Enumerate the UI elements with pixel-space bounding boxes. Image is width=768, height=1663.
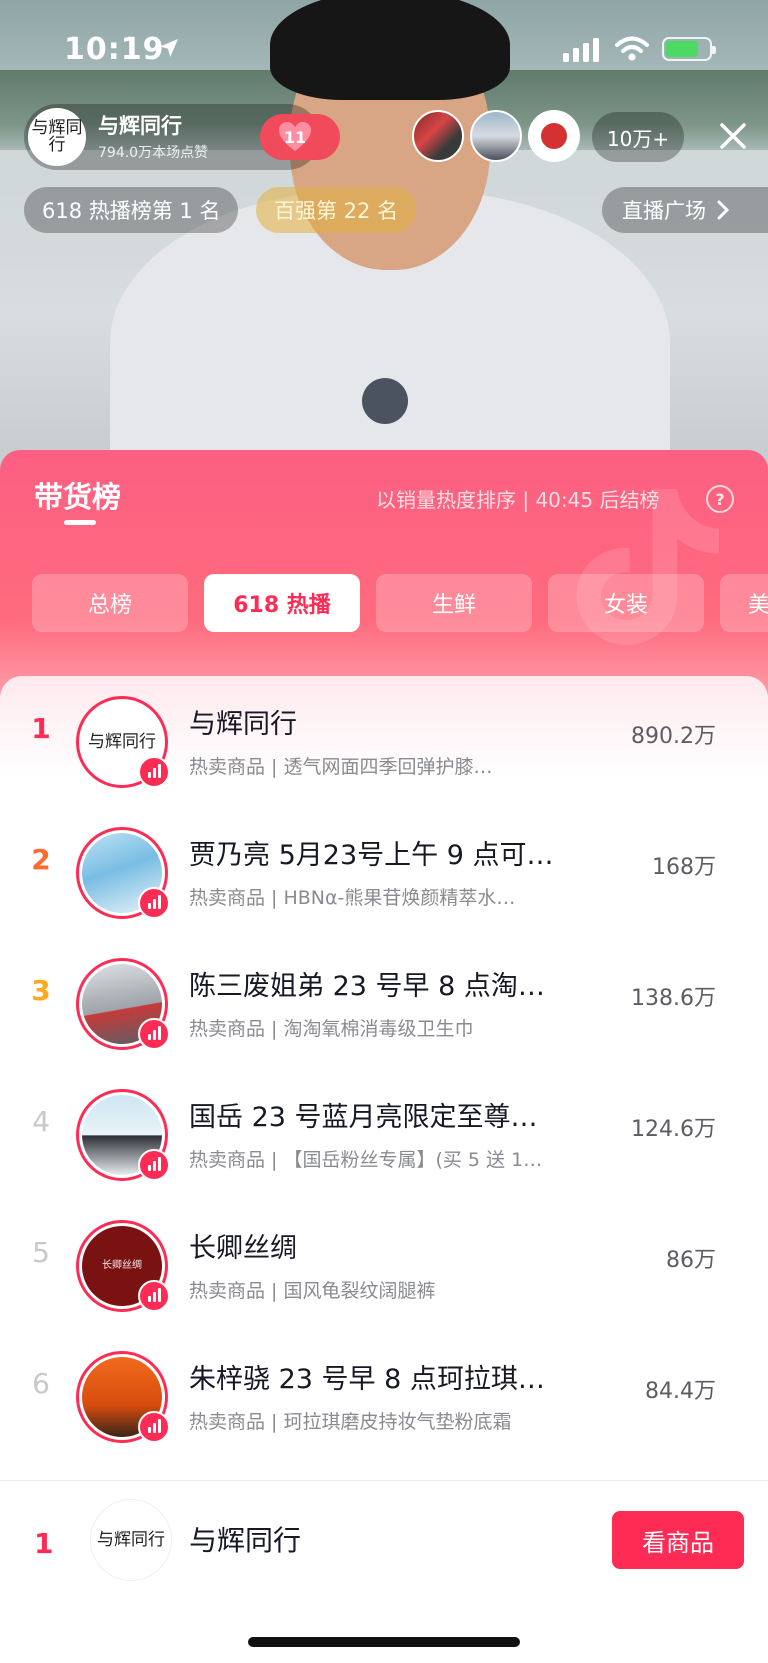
lapel-mic: [362, 378, 408, 424]
streamer-name: 贾乃亮 5月23号上午 9 点可…: [189, 840, 554, 871]
location-arrow-icon: [160, 39, 178, 57]
list-item[interactable]: 3 陈三废姐弟 23 号早 8 点淘… 热卖商品 | 淘淘氧棉消毒级卫生巾 13…: [0, 938, 768, 1069]
hot-product: 热卖商品 | HBNα-熊果苷焕颜精萃水…: [189, 887, 516, 909]
sales-heat: 138.6万: [631, 986, 716, 1011]
sales-heat: 84.4万: [645, 1379, 716, 1404]
live-square-label: 直播广场: [622, 199, 706, 223]
tab-overall[interactable]: 总榜: [32, 574, 188, 632]
viewer-avatar[interactable]: [528, 110, 580, 162]
sales-heat: 890.2万: [631, 724, 716, 749]
current-streamer-name: 与辉同行: [189, 1524, 302, 1557]
hot-product: 热卖商品 | 透气网面四季回弹护膝…: [189, 756, 493, 778]
fan-club-badge[interactable]: 11: [260, 114, 340, 160]
view-products-button[interactable]: 看商品: [612, 1511, 744, 1569]
viewer-avatar[interactable]: [470, 110, 522, 162]
hot-rank-pill[interactable]: 618 热播榜第 1 名: [24, 187, 239, 233]
rank-number: 3: [31, 974, 51, 1007]
sales-heat: 124.6万: [631, 1117, 716, 1142]
rank-number: 1: [31, 712, 51, 745]
host-avatar[interactable]: 与辉同行: [28, 108, 86, 166]
streamer-name: 国岳 23 号蓝月亮限定至尊…: [189, 1102, 538, 1133]
live-indicator-icon: [138, 887, 170, 919]
status-bar: 10:19: [0, 28, 768, 74]
live-indicator-icon: [138, 1018, 170, 1050]
panel-title: 带货榜: [34, 480, 122, 514]
rank-number: 6: [32, 1367, 50, 1400]
list-item[interactable]: 4 国岳 23 号蓝月亮限定至尊… 热卖商品 | 【国岳粉丝专属】(买 5 送 …: [0, 1069, 768, 1200]
live-indicator-icon: [138, 756, 170, 788]
list-item[interactable]: 5 长卿丝绸 长卿丝绸 热卖商品 | 国风龟裂纹阔腿裤 86万: [0, 1200, 768, 1331]
live-indicator-icon: [138, 1280, 170, 1312]
hot-product: 热卖商品 | 【国岳粉丝专属】(买 5 送 1…: [189, 1149, 543, 1171]
host-likes: 794.0万本场点赞: [98, 145, 209, 161]
streamer-name: 长卿丝绸: [189, 1233, 297, 1264]
close-icon[interactable]: [716, 119, 750, 153]
live-indicator-icon: [138, 1149, 170, 1181]
sales-heat: 86万: [666, 1248, 716, 1273]
tab-fresh[interactable]: 生鲜: [376, 574, 532, 632]
list-item[interactable]: 2 贾乃亮 5月23号上午 9 点可… 热卖商品 | HBNα-熊果苷焕颜精萃水…: [0, 807, 768, 938]
live-indicator-icon: [138, 1411, 170, 1443]
rank-number: 4: [32, 1105, 50, 1138]
host-name: 与辉同行: [98, 114, 182, 138]
hot-product: 热卖商品 | 淘淘氧棉消毒级卫生巾: [189, 1018, 474, 1040]
help-icon[interactable]: ?: [706, 485, 734, 513]
live-square-button[interactable]: 直播广场: [602, 187, 768, 233]
rank-number: 5: [32, 1236, 50, 1269]
fan-level: 11: [283, 127, 307, 147]
hot-product: 热卖商品 | 珂拉琪磨皮持妆气垫粉底霜: [189, 1411, 512, 1433]
viewer-avatar[interactable]: [412, 110, 464, 162]
viewer-count[interactable]: 10万+: [592, 112, 684, 162]
home-indicator[interactable]: [248, 1637, 520, 1647]
list-item[interactable]: 6 朱梓骁 23 号早 8 点珂拉琪… 热卖商品 | 珂拉琪磨皮持妆气垫粉底霜 …: [0, 1331, 768, 1462]
seal-logo: [541, 123, 567, 149]
wifi-icon: [615, 36, 649, 61]
cellular-signal-icon: [563, 38, 599, 62]
hot-product: 热卖商品 | 国风龟裂纹阔腿裤: [189, 1280, 436, 1302]
heart-icon: 11: [276, 118, 314, 156]
top-rank-pill[interactable]: 百强第 22 名: [256, 187, 417, 233]
ranking-list: 1 与辉同行 与辉同行 热卖商品 | 透气网面四季回弹护膝… 890.2万 2 …: [0, 676, 768, 1456]
chevron-right-icon: [717, 200, 730, 220]
tab-beauty[interactable]: 美: [720, 574, 768, 632]
tab-womens-wear[interactable]: 女装: [548, 574, 704, 632]
streamer-name: 朱梓骁 23 号早 8 点珂拉琪…: [189, 1364, 545, 1395]
tab-618-hot[interactable]: 618 热播: [204, 574, 360, 632]
streamer-name: 与辉同行: [189, 709, 297, 740]
battery-icon: [662, 37, 716, 61]
current-rank-number: 1: [34, 1527, 54, 1560]
sales-heat: 168万: [652, 855, 716, 880]
host-info[interactable]: 与辉同行 与辉同行 794.0万本场点赞 11: [24, 104, 340, 170]
ranking-rule-text: 以销量热度排序 | 40:45 后结榜: [376, 488, 660, 512]
current-rank-bar: 1 与辉同行 与辉同行 看商品: [0, 1480, 768, 1663]
streamer-name: 陈三废姐弟 23 号早 8 点淘…: [189, 971, 545, 1002]
rank-number: 2: [31, 843, 51, 876]
list-item[interactable]: 1 与辉同行 与辉同行 热卖商品 | 透气网面四季回弹护膝… 890.2万: [0, 676, 768, 807]
title-underline: [64, 520, 96, 525]
status-time: 10:19: [64, 32, 165, 67]
current-avatar[interactable]: 与辉同行: [90, 1499, 172, 1581]
